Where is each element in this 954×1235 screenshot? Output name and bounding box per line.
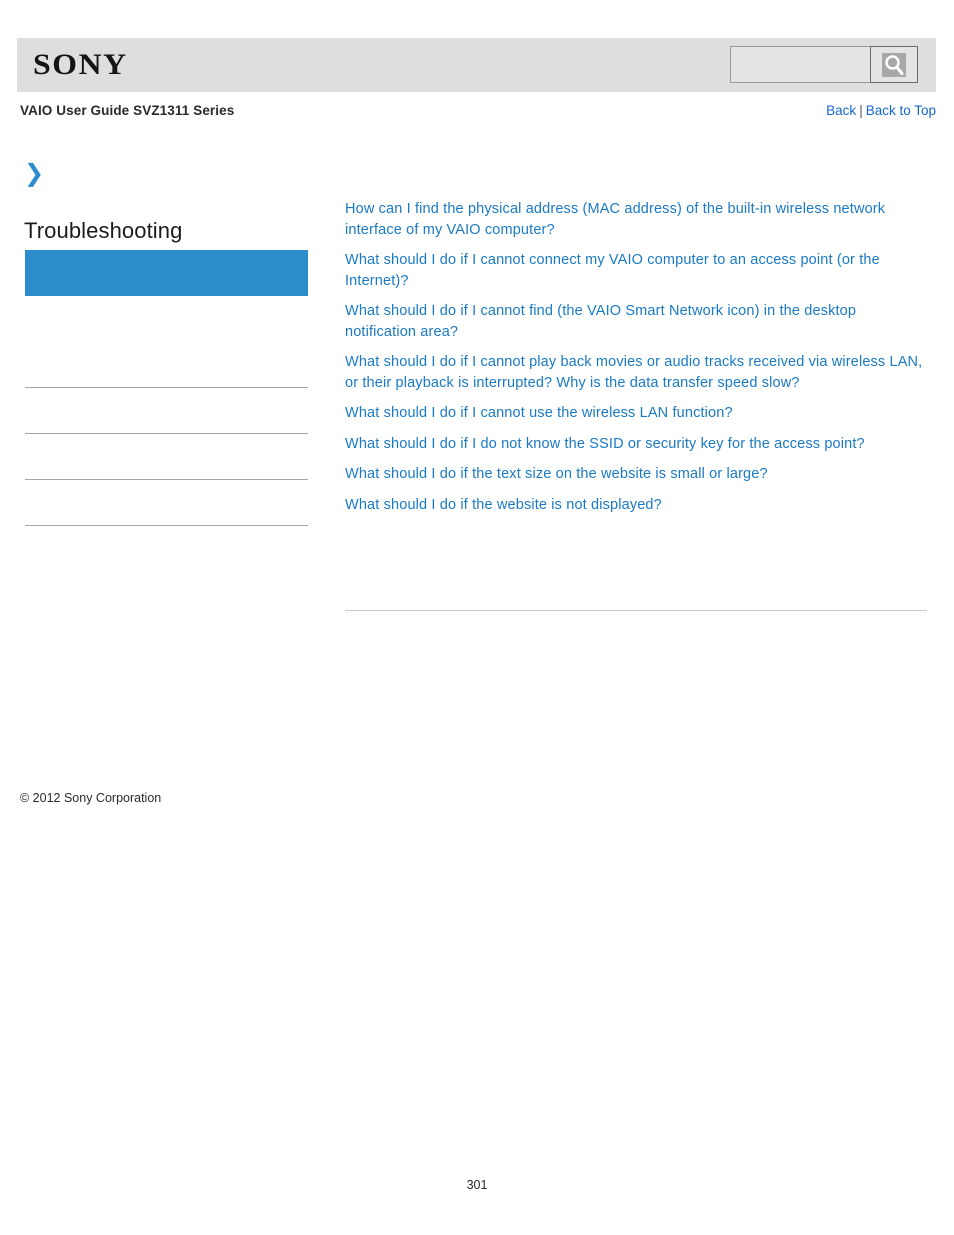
sidebar-item-3[interactable] bbox=[25, 388, 308, 434]
header-nav-links: Back | Back to Top bbox=[826, 103, 936, 118]
sidebar-item-4[interactable] bbox=[25, 434, 308, 480]
search-area bbox=[730, 46, 918, 83]
sidebar-item-5[interactable] bbox=[25, 480, 308, 526]
content-link[interactable]: What should I do if the website is not d… bbox=[345, 495, 927, 516]
back-to-top-link[interactable]: Back to Top bbox=[866, 103, 936, 118]
content-link[interactable]: How can I find the physical address (MAC… bbox=[345, 199, 927, 240]
content-link[interactable]: What should I do if I cannot find (the V… bbox=[345, 301, 927, 342]
search-button[interactable] bbox=[870, 46, 918, 83]
site-header: SONY bbox=[17, 38, 936, 92]
sidebar-nav-list bbox=[25, 250, 308, 526]
content-bottom-divider bbox=[345, 610, 927, 611]
content-link[interactable]: What should I do if I do not know the SS… bbox=[345, 434, 927, 455]
search-input[interactable] bbox=[730, 46, 870, 83]
sidebar-item-1[interactable] bbox=[25, 296, 308, 342]
content-link[interactable]: What should I do if I cannot play back m… bbox=[345, 352, 927, 393]
content-link-list: How can I find the physical address (MAC… bbox=[345, 199, 927, 525]
nav-separator: | bbox=[859, 103, 863, 118]
guide-title: VAIO User Guide SVZ1311 Series bbox=[20, 103, 235, 118]
content-link[interactable]: What should I do if I cannot connect my … bbox=[345, 250, 927, 291]
back-link[interactable]: Back bbox=[826, 103, 856, 118]
page-number: 301 bbox=[466, 1178, 488, 1192]
content-link[interactable]: What should I do if I cannot use the wir… bbox=[345, 403, 927, 424]
copyright-text: © 2012 Sony Corporation bbox=[20, 791, 162, 805]
page-title: Troubleshooting bbox=[24, 218, 183, 243]
double-chevron-right-icon[interactable]: ❯ bbox=[24, 161, 46, 185]
content-link[interactable]: What should I do if the text size on the… bbox=[345, 464, 927, 485]
sidebar-item-0[interactable] bbox=[25, 250, 308, 296]
sidebar-item-2[interactable] bbox=[25, 342, 308, 388]
subheader: VAIO User Guide SVZ1311 Series Back | Back… bbox=[0, 103, 954, 125]
search-icon bbox=[881, 52, 907, 78]
sony-logo: SONY bbox=[33, 48, 128, 81]
